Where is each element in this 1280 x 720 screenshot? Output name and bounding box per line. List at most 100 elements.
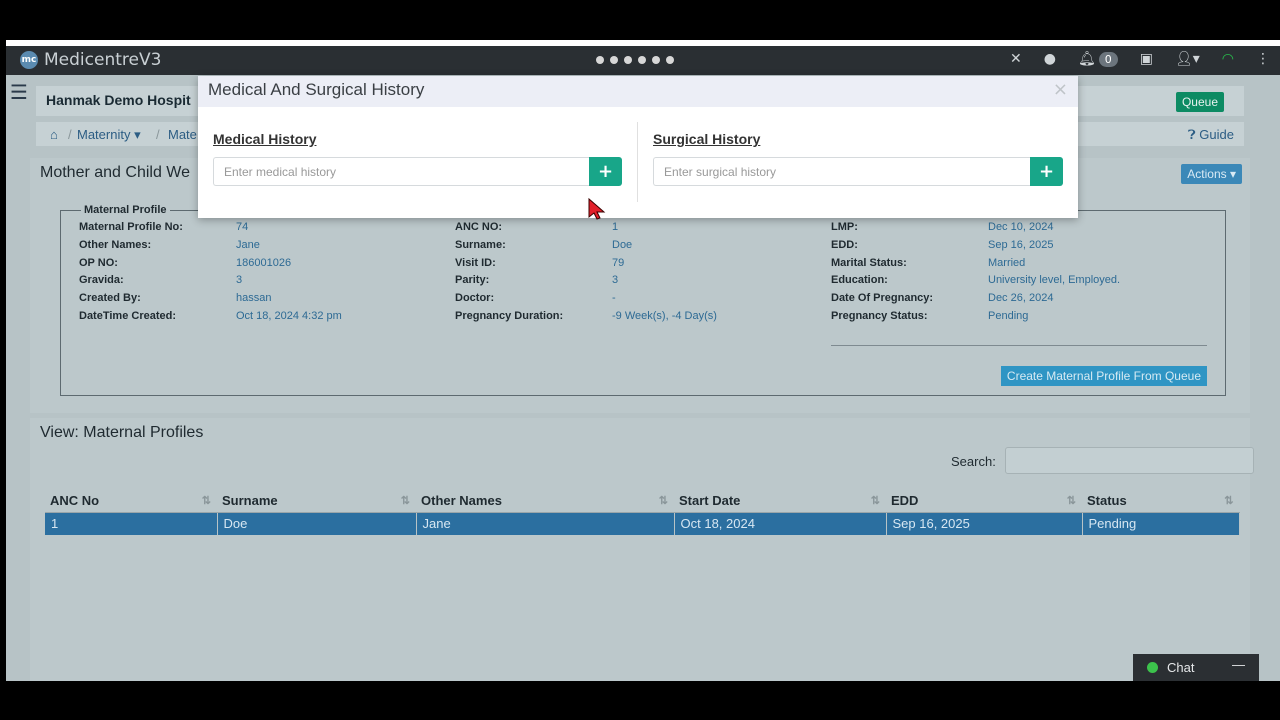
field-label: Visit ID: [455,256,496,269]
more-vertical-icon[interactable]: ⋮ [1256,51,1270,67]
surgical-history-group: Enter surgical history + [653,157,1063,186]
sort-icon: ⇅ [1066,495,1076,507]
breadcrumb-maternity[interactable]: Maternity ▾ [77,127,141,143]
fieldset-legend: Maternal Profile [81,204,170,216]
sort-icon: ⇅ [400,495,410,507]
home-icon[interactable]: ⌂ [50,127,58,142]
add-medical-history-button[interactable]: + [589,157,622,186]
medical-history-group: Enter medical history + [213,157,622,186]
field-label: DateTime Created: [79,310,176,322]
column-header-start-date[interactable]: Start Date ⇅ [674,489,886,513]
brand-name: MedicentreV3 [44,50,162,70]
breadcrumb-separator: / [68,127,72,142]
field-value: Pending [988,310,1029,322]
table-row[interactable]: 1 Doe Jane Oct 18, 2024 Sep 16, 2025 Pen… [45,512,1240,535]
surgical-history-input[interactable]: Enter surgical history [653,157,1030,186]
column-label: Status [1087,493,1127,508]
dot-icon [610,56,618,64]
brand[interactable]: mc MedicentreV3 [20,50,161,70]
column-label: ANC No [50,493,100,508]
field-value: 186001026 [236,256,292,269]
field-label: ANC NO: [455,221,503,233]
user-circle-icon[interactable]: ● [1044,51,1056,67]
field-value: Doe [612,238,633,251]
cell-anc-no: 1 [45,512,218,535]
field-value: hassan [236,292,272,305]
cell-other-names: Jane [416,512,675,535]
field-value: Jane [236,238,260,251]
breadcrumb-maternity-label: Maternity [77,127,131,142]
surgical-history-title: Surgical History [653,131,761,147]
field-label: Gravida: [79,274,124,287]
column-label: Surname [222,493,278,508]
guide-link[interactable]: ❓︎ Guide [1188,127,1234,143]
wifi-icon: ◠ [1221,51,1234,67]
medical-history-input[interactable]: Enter medical history [213,157,589,186]
actions-button[interactable]: Actions ▾ [1181,164,1242,184]
help-icon: ❓︎ [1187,127,1196,142]
column-divider [637,122,638,202]
create-maternal-profile-button[interactable]: Create Maternal Profile From Queue [1000,366,1207,386]
field-value: University level, Employed. [988,274,1121,287]
breadcrumb-current[interactable]: Mate [168,127,197,142]
modal-title: Medical And Surgical History [208,80,425,99]
close-icon[interactable]: × [1053,79,1068,100]
field-value: Dec 10, 2024 [988,221,1054,233]
top-navbar: mc MedicentreV3 ✕ ● 🔔︎ 0 ▣ 👤︎▾ ◠ ⋮ [6,46,1280,75]
dot-icon [638,56,646,64]
user-menu-icon[interactable]: 👤︎▾ [1175,51,1200,67]
dot-icon [652,56,660,64]
mute-icon[interactable]: ✕ [1010,51,1022,67]
screen-frame: mc MedicentreV3 ✕ ● 🔔︎ 0 ▣ 👤︎▾ ◠ ⋮ ☰ Han… [0,0,1280,720]
column-header-anc-no[interactable]: ANC No ⇅ [45,489,217,513]
field-value: 1 [612,221,619,233]
field-value: 3 [236,274,243,287]
column-label: Start Date [679,493,741,508]
minimize-icon[interactable]: — [1232,657,1245,672]
field-label: Surname: [455,238,506,251]
sort-icon: ⇅ [1224,495,1234,507]
dot-icon [624,56,632,64]
field-label: Pregnancy Status: [831,310,928,322]
queue-button[interactable]: Queue [1175,92,1224,112]
chat-widget[interactable]: Chat — [1133,654,1259,681]
field-label: Created By: [79,292,141,305]
field-value: Oct 18, 2024 4:32 pm [236,310,342,322]
column-header-status[interactable]: Status ⇅ [1082,489,1240,513]
column-label: Other Names [421,493,502,508]
sort-icon: ⇅ [870,495,880,507]
field-label: Doctor: [455,292,495,305]
column-header-edd[interactable]: EDD ⇅ [886,489,1082,513]
maternal-profiles-table: ANC No ⇅ Surname ⇅ Other Names ⇅ Start Date… [45,489,1240,535]
field-value: 3 [612,274,619,287]
column-header-other-names[interactable]: Other Names ⇅ [416,489,674,513]
field-value: - [612,292,616,305]
dot-icon [666,56,674,64]
actions-label: Actions [1187,167,1227,181]
column-label: EDD [891,493,919,508]
modal-header: Medical And Surgical History × [198,76,1078,107]
list-title: View: Maternal Profiles [40,424,204,441]
field-label: Date Of Pregnancy: [831,292,934,305]
chat-bubbles-icon[interactable]: ▣ [1140,51,1153,67]
field-value: 79 [612,256,625,269]
hamburger-menu-icon[interactable]: ☰ [10,80,28,104]
field-value: Dec 26, 2024 [988,292,1054,305]
notification-badge: 0 [1098,52,1118,67]
cell-surname: Doe [217,512,417,535]
bell-icon: 🔔︎ [1077,51,1096,67]
field-label: Marital Status: [831,256,907,269]
add-surgical-history-button[interactable]: + [1030,157,1063,186]
nav-icons: ✕ ● 🔔︎ 0 ▣ 👤︎▾ ◠ ⋮ [1010,51,1270,67]
hospital-name: Hanmak Demo Hospit [46,92,191,108]
online-status-icon [1147,662,1158,673]
divider [831,345,1207,346]
search-input[interactable] [1005,447,1254,474]
field-value: Sep 16, 2025 [988,238,1054,251]
guide-label: Guide [1199,127,1234,142]
notifications[interactable]: 🔔︎ 0 [1078,51,1118,67]
cell-edd: Sep 16, 2025 [886,512,1083,535]
loading-dots [596,56,674,64]
column-header-surname[interactable]: Surname ⇅ [217,489,416,513]
sort-icon: ⇅ [201,495,211,507]
